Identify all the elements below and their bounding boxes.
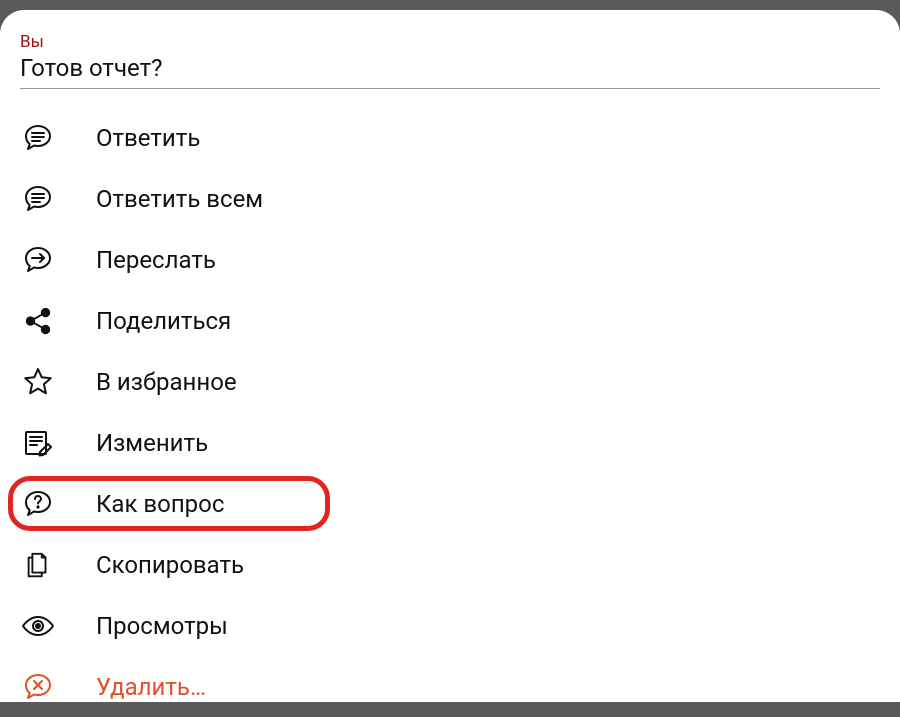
copy-icon <box>20 547 56 583</box>
menu-item-share[interactable]: Поделиться <box>20 290 880 351</box>
menu-item-label: Изменить <box>96 429 208 457</box>
message-text: Готов отчет? <box>20 54 880 82</box>
menu-item-label: Поделиться <box>96 307 231 335</box>
speech-bubble-arrow-icon <box>20 242 56 278</box>
menu-item-label: Скопировать <box>96 551 244 579</box>
menu-item-label: Удалить… <box>96 673 206 701</box>
menu-item-label: Просмотры <box>96 612 228 640</box>
menu-item-forward[interactable]: Переслать <box>20 229 880 290</box>
context-menu: Ответить Ответить всем Пе <box>20 107 880 717</box>
speech-bubble-lines-icon <box>20 181 56 217</box>
eye-icon <box>20 608 56 644</box>
menu-item-copy[interactable]: Скопировать <box>20 534 880 595</box>
menu-item-edit[interactable]: Изменить <box>20 412 880 473</box>
star-icon <box>20 364 56 400</box>
menu-item-reply[interactable]: Ответить <box>20 107 880 168</box>
speech-bubble-x-icon <box>20 669 56 705</box>
speech-bubble-lines-icon <box>20 120 56 156</box>
message-header: Вы Готов отчет? <box>20 32 880 89</box>
menu-item-delete[interactable]: Удалить… <box>20 656 880 717</box>
menu-item-reply-all[interactable]: Ответить всем <box>20 168 880 229</box>
menu-item-as-question[interactable]: Как вопрос <box>20 473 880 534</box>
share-icon <box>20 303 56 339</box>
menu-item-label: В избранное <box>96 368 237 396</box>
menu-item-label: Переслать <box>96 246 216 274</box>
document-edit-icon <box>20 425 56 461</box>
menu-item-label: Ответить <box>96 124 200 152</box>
menu-item-favorite[interactable]: В избранное <box>20 351 880 412</box>
menu-item-label: Как вопрос <box>96 490 224 518</box>
menu-item-views[interactable]: Просмотры <box>20 595 880 656</box>
sender-label: Вы <box>20 32 880 52</box>
speech-bubble-question-icon <box>20 486 56 522</box>
bottom-sheet: Вы Готов отчет? Ответить <box>0 10 900 702</box>
menu-item-label: Ответить всем <box>96 185 263 213</box>
